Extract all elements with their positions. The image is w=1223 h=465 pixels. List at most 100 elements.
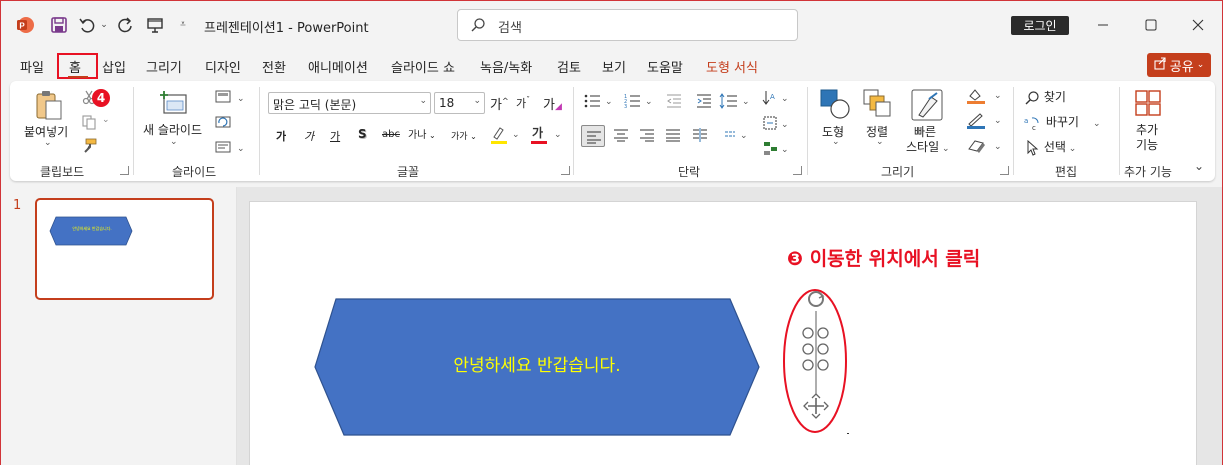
shapes-dropdown-icon[interactable]: ⌄ [832,137,840,147]
font-size-select[interactable]: 18 ⌄ [434,92,485,114]
convert-smartart-icon[interactable]: ⌄ [762,139,790,160]
increase-indent-icon[interactable] [696,93,712,112]
decrease-indent-icon[interactable] [666,93,682,112]
slideshow-from-start-icon[interactable] [145,15,165,35]
shape-effects-icon[interactable]: ⌄ [966,138,1002,157]
tab-file[interactable]: 파일 [20,57,44,76]
shape-fill-icon[interactable]: ⌄ [966,87,1002,108]
tab-insert[interactable]: 삽입 [102,57,126,76]
section-icon[interactable]: ⌄ [215,139,245,158]
clipboard-launcher-icon[interactable] [120,166,129,175]
format-painter-icon[interactable] [81,138,97,157]
svg-text:⌄: ⌄ [645,97,653,107]
shapes-icon[interactable] [820,89,850,122]
columns-icon[interactable] [692,127,708,146]
maximize-icon[interactable] [1143,17,1159,33]
replace-button[interactable]: ac 바꾸기 ⌄ [1024,113,1101,132]
new-slide-dropdown-icon[interactable]: ⌄ [170,137,178,147]
highlight-color-icon[interactable]: ⌄ [490,125,522,148]
find-button[interactable]: 찾기 [1024,88,1066,106]
copy-dropdown-icon[interactable]: ⌄ [102,115,110,125]
tab-shape-format[interactable]: 도형 서식 [706,57,758,76]
tab-draw[interactable]: 그리기 [146,57,182,76]
new-slide-label[interactable]: 새 슬라이드 [143,121,202,138]
slide-number: 1 [13,198,22,213]
font-name-select[interactable]: 맑은 고딕 (본문) ⌄ [268,92,431,114]
clear-formatting-icon[interactable]: 가◢ [543,94,562,113]
tab-slideshow[interactable]: 슬라이드 쇼 [391,57,455,76]
strikethrough-icon[interactable]: abc [382,129,400,140]
line-spacing-icon[interactable]: ⌄ [719,93,751,112]
close-icon[interactable] [1190,17,1206,33]
tab-help[interactable]: 도움말 [647,57,683,76]
tab-design[interactable]: 디자인 [205,57,241,76]
new-slide-icon[interactable] [160,89,190,120]
addins-label-2[interactable]: 기능 [1136,136,1158,153]
tab-transitions[interactable]: 전환 [262,57,286,76]
share-button[interactable]: 공유 ⌄ [1147,53,1211,77]
ribbon-home: 붙여넣기 ⌄ ⌄ 4 클립보드 새 슬라이드 ⌄ ⌄ ⌄ 슬라이드 맑은 고딕 … [10,81,1215,181]
svg-text:⌄: ⌄ [781,145,789,155]
slide-thumbnail-1[interactable]: 안녕하세요 반갑습니다. [35,198,214,300]
char-spacing-text: 가나 [408,130,427,141]
ribbon-collapse-icon[interactable]: ⌄ [1194,159,1204,173]
group-separator [259,87,260,175]
drawing-launcher-icon[interactable] [1000,166,1009,175]
align-center-icon[interactable] [613,127,629,146]
redo-icon[interactable] [115,15,135,35]
tab-review[interactable]: 검토 [557,57,581,76]
ribbon-tabs: 파일 홈 삽입 그리기 디자인 전환 애니메이션 슬라이드 쇼 녹음/녹화 검토… [1,49,1222,81]
select-button[interactable]: 선택 ⌄ [1024,138,1076,156]
search-box[interactable]: 검색 [457,9,798,41]
bold-icon[interactable]: 가 [276,128,286,144]
arrange-dropdown-icon[interactable]: ⌄ [876,137,884,147]
paste-icon[interactable] [34,89,64,124]
text-direction-icon[interactable]: A ⌄ [762,89,790,110]
align-left-icon[interactable] [581,125,605,147]
customize-toolbar-icon[interactable]: ⩡ [177,17,189,31]
slide-canvas[interactable]: 안녕하세요 반갑습니다. ❸ 이동한 위치에서 클릭 [249,201,1197,465]
quick-styles-icon[interactable] [911,89,943,124]
arrange-icon[interactable] [863,89,893,122]
svg-text:가: 가 [532,125,543,140]
tab-animations[interactable]: 애니메이션 [308,57,368,76]
hexagon-shape-text[interactable]: 안녕하세요 반갑습니다. [314,351,760,376]
align-text-icon[interactable]: ⌄ [762,114,790,135]
shape-outline-icon[interactable]: ⌄ [966,112,1002,133]
paste-dropdown-icon[interactable]: ⌄ [44,138,52,148]
layout-icon[interactable]: ⌄ [215,89,245,108]
paragraph-options-icon[interactable]: ⌄ [724,127,752,146]
change-case-icon[interactable]: 가가 ⌄ [451,129,477,142]
font-color-icon[interactable]: 가 ⌄ [530,125,564,148]
save-icon[interactable] [49,15,69,35]
minimize-icon[interactable] [1095,17,1111,33]
login-button[interactable]: 로그인 [1011,16,1069,35]
chevron-down-icon: ⌄ [419,96,427,106]
text-shadow-icon[interactable]: S [358,127,367,141]
bullets-icon[interactable]: ⌄ [584,93,614,112]
undo-dropdown-icon[interactable]: ⌄ [99,19,109,31]
group-separator [573,87,574,175]
tab-record[interactable]: 녹음/녹화 [480,57,532,76]
tab-view[interactable]: 보기 [602,57,626,76]
decrease-font-icon[interactable]: 가ˇ [516,95,530,111]
paragraph-launcher-icon[interactable] [793,166,802,175]
increase-font-icon[interactable]: 가^ [490,94,509,113]
font-launcher-icon[interactable] [561,166,570,175]
align-right-icon[interactable] [639,127,655,146]
char-spacing-icon[interactable]: 가나 ⌄ [408,126,436,141]
change-case-text: 가가 [451,132,468,142]
collapsed-shape-selection[interactable] [782,287,848,435]
quick-styles-label-2[interactable]: 스타일 ⌄ [906,138,950,155]
addins-icon[interactable] [1134,89,1162,120]
paragraph-group-label: 단락 [678,165,701,179]
italic-icon[interactable]: 가 [304,128,314,144]
underline-icon[interactable]: 가 [330,128,340,144]
undo-icon[interactable] [77,15,97,35]
numbering-icon[interactable]: 1 2 3 ⌄ [624,93,654,112]
justify-icon[interactable] [665,127,681,146]
svg-text:⌄: ⌄ [512,130,520,140]
copy-icon[interactable] [81,114,97,133]
reset-slide-icon[interactable] [215,114,231,133]
select-label: 선택 [1043,140,1066,154]
